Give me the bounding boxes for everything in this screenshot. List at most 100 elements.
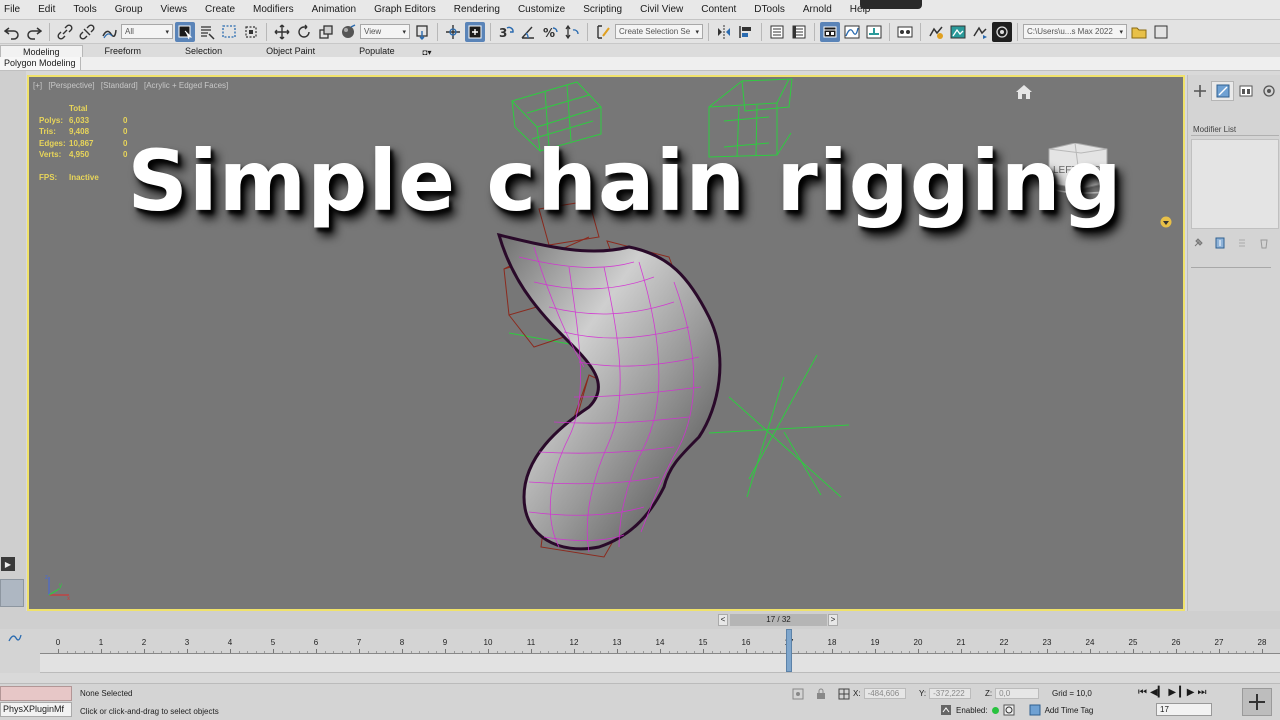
select-scale-icon[interactable]: [316, 22, 336, 42]
viewcube[interactable]: LEFT FRONT: [1045, 143, 1117, 195]
lock-icon[interactable]: [815, 688, 827, 700]
project-folder-dropdown[interactable]: C:\Users\u...s Max 2022 ▾: [1023, 24, 1127, 39]
ribbon-sub-label[interactable]: Polygon Modeling: [0, 57, 81, 70]
create-tab-icon[interactable]: [1188, 81, 1211, 101]
viewport-navigation-icon[interactable]: [1242, 688, 1272, 716]
reference-coordinate-dropdown[interactable]: View ▾: [360, 24, 410, 39]
percent-snap-icon[interactable]: %: [540, 22, 560, 42]
make-unique-icon[interactable]: [1236, 237, 1248, 249]
select-by-name-icon[interactable]: [197, 22, 217, 42]
motion-tab-icon[interactable]: [1257, 81, 1280, 101]
angle-snap-icon[interactable]: [518, 22, 538, 42]
selection-filter-dropdown[interactable]: All ▾: [121, 24, 173, 39]
viewport-layout-tab[interactable]: [0, 579, 24, 607]
ribbon-tab-object-paint[interactable]: Object Paint: [244, 45, 337, 57]
material-editor-icon[interactable]: [895, 22, 915, 42]
menu-tools[interactable]: Tools: [64, 0, 105, 20]
keyboard-shortcut-override-icon[interactable]: [465, 21, 485, 42]
undo-icon[interactable]: [2, 22, 22, 42]
viewport-pov-menu[interactable]: [Perspective]: [48, 81, 94, 90]
maxscript-listener-input[interactable]: [0, 686, 72, 701]
menu-animation[interactable]: Animation: [303, 0, 365, 20]
go-to-end-icon[interactable]: ⏭: [1197, 687, 1206, 698]
select-manipulate-icon[interactable]: [443, 22, 463, 42]
viewport-shading-mode[interactable]: [Acrylic + Edged Faces]: [144, 81, 228, 90]
workspaces-icon[interactable]: [1151, 22, 1171, 42]
z-coordinate-field[interactable]: 0,0: [995, 688, 1040, 699]
adaptive-degradation-icon[interactable]: [940, 704, 952, 716]
menu-group[interactable]: Group: [106, 0, 152, 20]
expand-panel-icon[interactable]: ▶: [1, 557, 15, 571]
menu-rendering[interactable]: Rendering: [445, 0, 509, 20]
select-object-icon[interactable]: [175, 21, 195, 42]
toggle-ribbon-icon[interactable]: [820, 21, 840, 42]
ribbon-tab-selection[interactable]: Selection: [163, 45, 244, 57]
time-slider-thumb[interactable]: 17 / 32: [730, 614, 827, 626]
modify-tab-icon[interactable]: [1211, 81, 1234, 101]
pivot-center-icon[interactable]: [412, 22, 432, 42]
time-slider-prev[interactable]: <: [718, 614, 728, 626]
scene-explorer-icon[interactable]: [767, 22, 787, 42]
named-selection-dropdown[interactable]: Create Selection Se ▾: [615, 24, 703, 39]
home-icon[interactable]: [1015, 84, 1033, 100]
next-frame-icon[interactable]: ▎▶: [1179, 687, 1194, 698]
modifier-stack[interactable]: [1191, 139, 1279, 229]
project-folder-icon[interactable]: [1129, 22, 1149, 42]
rendered-frame-window-icon[interactable]: [948, 22, 968, 42]
current-frame-field[interactable]: 17: [1156, 703, 1212, 716]
render-setup-icon[interactable]: [926, 22, 946, 42]
track-bar[interactable]: 0123456789101112131415161718192021222324…: [0, 629, 1280, 673]
record-icon[interactable]: [1003, 704, 1015, 716]
align-icon[interactable]: [736, 22, 756, 42]
rectangular-selection-icon[interactable]: [219, 22, 239, 42]
spinner-snap-icon[interactable]: [562, 22, 582, 42]
mini-curve-editor-icon[interactable]: [8, 633, 22, 643]
isolate-selection-icon[interactable]: [792, 688, 804, 700]
viewport-label-menu[interactable]: [+] [Perspective] [Standard] [Acrylic + …: [33, 81, 232, 90]
menu-scripting[interactable]: Scripting: [574, 0, 631, 20]
key-track[interactable]: [40, 654, 1280, 673]
play-icon[interactable]: ▶: [1168, 687, 1176, 698]
menu-edit[interactable]: Edit: [29, 0, 64, 20]
time-slider-next[interactable]: >: [828, 614, 838, 626]
previous-frame-icon[interactable]: ◀▎: [1150, 687, 1165, 698]
menu-content[interactable]: Content: [692, 0, 745, 20]
modifier-list-dropdown[interactable]: Modifier List: [1191, 123, 1279, 136]
schematic-view-icon[interactable]: [864, 22, 884, 42]
ribbon-toggle-icon[interactable]: ◘▾: [423, 48, 432, 57]
link-icon[interactable]: [55, 22, 75, 42]
y-coordinate-field[interactable]: -372,222: [929, 688, 972, 699]
x-coordinate-field[interactable]: -484,606: [863, 688, 906, 699]
viewport-plus-menu[interactable]: [+]: [33, 81, 42, 90]
place-icon[interactable]: [338, 22, 358, 42]
menu-create[interactable]: Create: [196, 0, 244, 20]
hierarchy-tab-icon[interactable]: [1234, 81, 1257, 101]
maxscript-output[interactable]: PhysXPluginMf: [0, 702, 72, 717]
current-frame-marker[interactable]: [786, 629, 792, 672]
render-production-icon[interactable]: [970, 22, 990, 42]
pin-stack-icon[interactable]: [1192, 237, 1204, 249]
menu-arnold[interactable]: Arnold: [794, 0, 841, 20]
add-time-tag-button[interactable]: Add Time Tag: [1045, 706, 1094, 715]
menu-modifiers[interactable]: Modifiers: [244, 0, 303, 20]
menu-graph-editors[interactable]: Graph Editors: [365, 0, 445, 20]
curve-editor-icon[interactable]: [842, 22, 862, 42]
window-crossing-icon[interactable]: [241, 22, 261, 42]
go-to-start-icon[interactable]: ⏮: [1138, 687, 1147, 698]
menu-file[interactable]: File: [0, 0, 29, 20]
menu-customize[interactable]: Customize: [509, 0, 574, 20]
arnold-render-icon[interactable]: [992, 21, 1012, 42]
show-end-result-icon[interactable]: [1214, 237, 1226, 249]
ribbon-tab-modeling[interactable]: Modeling: [0, 45, 83, 57]
remove-modifier-icon[interactable]: [1258, 237, 1270, 249]
time-tag-icon[interactable]: [1029, 704, 1041, 716]
menu-dtools[interactable]: DTools: [745, 0, 794, 20]
redo-icon[interactable]: [24, 22, 44, 42]
menu-views[interactable]: Views: [152, 0, 197, 20]
mirror-icon[interactable]: [714, 22, 734, 42]
absolute-mode-icon[interactable]: [838, 688, 850, 700]
perspective-viewport[interactable]: [+] [Perspective] [Standard] [Acrylic + …: [27, 75, 1185, 611]
snaps-toggle-icon[interactable]: 3: [496, 22, 516, 42]
viewport-shading-standard[interactable]: [Standard]: [101, 81, 138, 90]
ribbon-tab-freeform[interactable]: Freeform: [83, 45, 164, 57]
